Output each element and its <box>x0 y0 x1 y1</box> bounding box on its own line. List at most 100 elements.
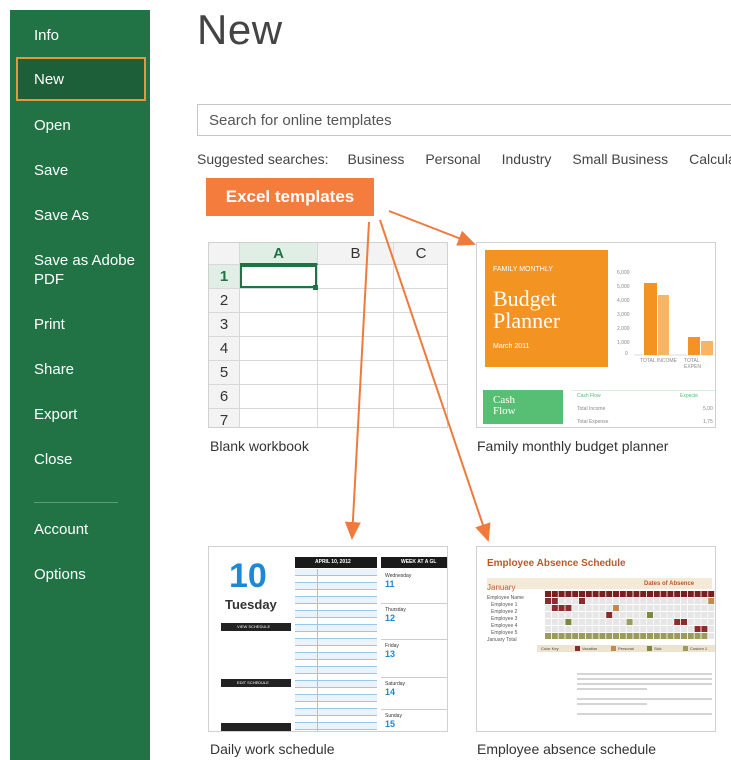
absence-cell <box>640 598 647 604</box>
nav-account[interactable]: Account <box>16 520 146 539</box>
legend-swatch <box>611 646 616 651</box>
nav-close[interactable]: Close <box>16 450 146 469</box>
absence-cell <box>708 598 715 604</box>
absence-cell <box>613 626 619 632</box>
template-search-input[interactable] <box>207 110 731 130</box>
absence-cell <box>619 612 626 618</box>
absence-cell <box>701 591 708 597</box>
time-column <box>295 646 318 652</box>
row-header: 6 <box>209 385 240 409</box>
employee-name: Employee 2 <box>491 609 518 615</box>
suggested-link-personal[interactable]: Personal <box>425 151 480 167</box>
absence-cell <box>667 626 674 632</box>
grid-cell <box>318 385 394 409</box>
nav-save[interactable]: Save <box>16 161 146 180</box>
nav-print[interactable]: Print <box>16 315 146 334</box>
cash-flow-block: Cash Flow <box>483 390 563 424</box>
suggested-link-small-business[interactable]: Small Business <box>572 151 668 167</box>
nav-open[interactable]: Open <box>16 116 146 135</box>
absence-cell <box>681 591 687 597</box>
absence-cell <box>694 591 701 597</box>
absence-cell <box>633 633 640 639</box>
template-tile-employee-absence-schedule[interactable]: Employee Absence Schedule January Dates … <box>476 546 716 760</box>
absence-cell <box>640 619 647 625</box>
absence-cell <box>701 619 708 625</box>
table-cell: 5,00 <box>703 406 713 412</box>
suggested-link-calculator[interactable]: Calculat <box>689 151 731 167</box>
suggested-label: Suggested searches: <box>197 151 329 167</box>
nav-options[interactable]: Options <box>16 565 146 584</box>
nav-share[interactable]: Share <box>16 360 146 379</box>
nav-export[interactable]: Export <box>16 405 146 424</box>
absence-cell <box>613 633 619 639</box>
absence-cell <box>592 612 599 618</box>
grid-cell <box>318 337 394 361</box>
axis-tick: 2,000 <box>617 326 630 332</box>
time-slot <box>295 716 377 723</box>
absence-cell <box>545 633 551 639</box>
axis-tick: 1,000 <box>617 340 630 346</box>
absence-cell <box>647 626 653 632</box>
date-header-label: APRIL 10, 2012 <box>315 559 351 565</box>
template-name: Family monthly budget planner <box>477 438 669 454</box>
budget-title-block: FAMILY MONTHLY Budget Planner March 2011 <box>485 250 608 367</box>
nav-new[interactable]: New <box>16 57 146 101</box>
absence-cell <box>674 591 681 597</box>
time-slot <box>295 625 377 632</box>
time-slot <box>295 597 377 604</box>
grid-cell <box>240 337 318 361</box>
bar-label: TOTAL INCOME <box>640 358 677 364</box>
row-header: 5 <box>209 361 240 385</box>
absence-cell <box>660 591 667 597</box>
budget-title: Budget Planner <box>493 286 561 333</box>
time-slot <box>295 604 377 611</box>
template-tile-family-budget-planner[interactable]: FAMILY MONTHLY Budget Planner March 2011… <box>476 242 716 462</box>
highlight-bar <box>221 723 291 731</box>
absence-cell <box>585 626 592 632</box>
date-header: APRIL 10, 2012 <box>295 557 377 568</box>
absence-cell <box>572 605 579 611</box>
grid-cell <box>394 385 447 409</box>
nav-save-as[interactable]: Save As <box>16 206 146 225</box>
time-column <box>295 569 318 575</box>
suggested-link-business[interactable]: Business <box>348 151 405 167</box>
employee-names: Employee Name Employee 1 Employee 2 Employe… <box>487 595 545 645</box>
absence-cell <box>674 633 681 639</box>
absence-cell <box>653 591 660 597</box>
absence-cell <box>653 633 660 639</box>
note-line <box>577 683 712 685</box>
week-divider <box>381 677 447 678</box>
employee-name: Employee 1 <box>491 602 518 608</box>
absence-cell <box>558 612 565 618</box>
row-header: 4 <box>209 337 240 361</box>
nav-save-as-adobe-pdf[interactable]: Save as Adobe PDF <box>16 251 136 289</box>
absence-cell <box>585 591 592 597</box>
absence-cell <box>647 619 653 625</box>
absence-cell <box>572 619 579 625</box>
absence-cell <box>694 633 701 639</box>
template-tile-daily-work-schedule[interactable]: 10 Tuesday VIEW SCHEDULE EDIT SCHEDULE A… <box>208 546 448 760</box>
bar-expense <box>688 337 700 355</box>
absence-cell <box>545 605 551 611</box>
absence-cell <box>708 605 715 611</box>
absence-cell <box>660 633 667 639</box>
absence-cell <box>640 605 647 611</box>
absence-cell <box>592 591 599 597</box>
absence-cell <box>640 591 647 597</box>
absence-cell <box>667 633 674 639</box>
template-tile-blank-workbook[interactable]: A B C 1234567 Blank workbook <box>208 242 448 462</box>
nav-info[interactable]: Info <box>16 26 146 45</box>
column-header: A <box>240 243 318 265</box>
suggested-link-industry[interactable]: Industry <box>502 151 552 167</box>
time-slot <box>295 576 377 583</box>
weekday-name: Tuesday <box>225 597 277 612</box>
absence-cell <box>572 598 579 604</box>
template-search-box[interactable] <box>197 104 731 136</box>
absence-cell <box>633 626 640 632</box>
table-header: Expecte <box>680 393 699 399</box>
absence-cell <box>592 605 599 611</box>
absence-cell <box>551 626 558 632</box>
row-header: 2 <box>209 289 240 313</box>
employee-name: Employee Name <box>487 595 524 601</box>
time-column <box>295 681 318 687</box>
